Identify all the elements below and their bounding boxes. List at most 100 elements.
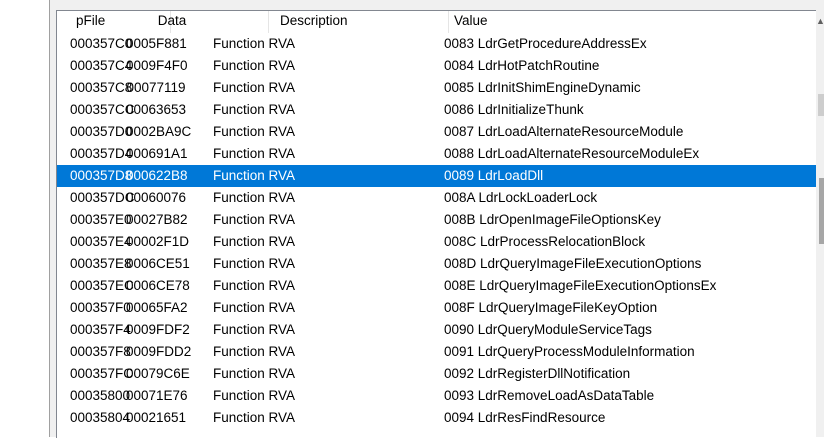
- pfile-cell: 000357D0: [70, 124, 133, 139]
- description-cell: Function RVA: [213, 36, 296, 51]
- description-cell: Function RVA: [213, 80, 296, 95]
- value-cell: 0091 LdrQueryProcessModuleInformation: [444, 344, 695, 359]
- value-cell: 008E LdrQueryImageFileExecutionOptionsEx: [444, 278, 717, 293]
- header-description[interactable]: Description: [280, 11, 348, 33]
- value-cell: 0085 LdrInitShimEngineDynamic: [444, 80, 641, 95]
- value-cell: 008C LdrProcessRelocationBlock: [444, 234, 646, 249]
- table-row[interactable]: 000357FC 00079C6E Function RVA 0092 LdrRegi…: [57, 363, 817, 385]
- description-cell: Function RVA: [213, 212, 296, 227]
- pfile-cell: 000357D8: [70, 168, 133, 183]
- value-cell: 0086 LdrInitializeThunk: [444, 102, 584, 117]
- data-cell: 00065FA2: [126, 300, 188, 315]
- data-cell: 0009FDD2: [126, 344, 192, 359]
- description-cell: Function RVA: [213, 190, 296, 205]
- pfile-cell: 000357E8: [70, 256, 132, 271]
- data-cell: 00063653: [126, 102, 187, 117]
- description-cell: Function RVA: [213, 58, 296, 73]
- header-pfile[interactable]: pFile: [76, 11, 105, 33]
- export-list-view[interactable]: pFile Data Description Value 000357C0 000…: [56, 10, 817, 438]
- data-cell: 00002F1D: [126, 234, 190, 249]
- value-cell: 008F LdrQueryImageFileKeyOption: [444, 300, 658, 315]
- pfile-cell: 00035800: [70, 388, 131, 403]
- pfile-cell: 000357C8: [70, 80, 133, 95]
- table-row-selected[interactable]: 000357D8 000622B8 Function RVA 0089 LdrLoad…: [57, 165, 817, 187]
- description-cell: Function RVA: [213, 124, 296, 139]
- pfile-cell: 00035804: [70, 410, 131, 425]
- data-cell: 0009F4F0: [126, 58, 188, 73]
- value-cell: 0084 LdrHotPatchRoutine: [444, 58, 600, 73]
- value-cell: 008A LdrLockLoaderLock: [444, 190, 598, 205]
- data-cell: 00079C6E: [126, 366, 190, 381]
- pfile-cell: 000357C0: [70, 36, 133, 51]
- data-cell: 00027B82: [126, 212, 188, 227]
- table-row[interactable]: 000357D0 0002BA9C Function RVA 0087 LdrLoad…: [57, 121, 817, 143]
- table-row[interactable]: 000357C4 0009F4F0 Function RVA 0084 LdrHotP…: [57, 55, 817, 77]
- data-cell: 000691A1: [126, 146, 188, 161]
- scrollbar-thumb[interactable]: [819, 178, 824, 244]
- pfile-cell: 000357F0: [70, 300, 131, 315]
- description-cell: Function RVA: [213, 344, 296, 359]
- table-row[interactable]: 000357D4 000691A1 Function RVA 0088 LdrLoad…: [57, 143, 817, 165]
- table-row[interactable]: 000357F0 00065FA2 Function RVA 008F LdrQuer…: [57, 297, 817, 319]
- value-cell: 0093 LdrRemoveLoadAsDataTable: [444, 388, 655, 403]
- value-cell: 0094 LdrResFindResource: [444, 410, 606, 425]
- pfile-cell: 000357EC: [70, 278, 134, 293]
- description-cell: Function RVA: [213, 366, 296, 381]
- description-cell: Function RVA: [213, 410, 296, 425]
- data-cell: 0002BA9C: [126, 124, 192, 139]
- pfile-cell: 000357F8: [70, 344, 131, 359]
- table-row[interactable]: 000357CC 00063653 Function RVA 0086 LdrInit…: [57, 99, 817, 121]
- value-cell: 0092 LdrRegisterDllNotification: [444, 366, 631, 381]
- pfile-cell: 000357C4: [70, 58, 133, 73]
- data-cell: 00060076: [126, 190, 187, 205]
- description-cell: Function RVA: [213, 234, 296, 249]
- data-cell: 00021651: [126, 410, 187, 425]
- chevron-up-icon[interactable]: ▲: [816, 14, 824, 28]
- table-row[interactable]: 000357F8 0009FDD2 Function RVA 0091 LdrQuer…: [57, 341, 817, 363]
- data-cell: 00077119: [126, 80, 186, 95]
- table-row[interactable]: 000357E0 00027B82 Function RVA 008B LdrOpen…: [57, 209, 817, 231]
- left-tree-pane[interactable]: [0, 0, 49, 437]
- description-cell: Function RVA: [213, 322, 296, 337]
- value-cell: 0083 LdrGetProcedureAddressEx: [444, 36, 647, 51]
- header-divider[interactable]: [268, 11, 269, 33]
- description-cell: Function RVA: [213, 388, 296, 403]
- table-row[interactable]: 000357C0 0005F881 Function RVA 0083 LdrGetP…: [57, 33, 817, 55]
- data-cell: 0005F881: [126, 36, 187, 51]
- description-cell: Function RVA: [213, 300, 296, 315]
- pfile-cell: 000357DC: [70, 190, 135, 205]
- description-cell: Function RVA: [213, 256, 296, 271]
- description-cell: Function RVA: [213, 278, 296, 293]
- header-value[interactable]: Value: [454, 11, 488, 33]
- header-data[interactable]: Data: [142, 11, 202, 33]
- value-cell: 008D LdrQueryImageFileExecutionOptions: [444, 256, 702, 271]
- pfile-cell: 000357E0: [70, 212, 132, 227]
- list-header: pFile Data Description Value: [57, 11, 817, 33]
- table-row[interactable]: 000357EC 0006CE78 Function RVA 008E LdrQuer…: [57, 275, 817, 297]
- scrollbar-track-marker[interactable]: [818, 94, 824, 116]
- value-cell: 0087 LdrLoadAlternateResourceModule: [444, 124, 684, 139]
- pfile-cell: 000357F4: [70, 322, 131, 337]
- value-cell: 0090 LdrQueryModuleServiceTags: [444, 322, 652, 337]
- table-row[interactable]: 000357C8 00077119 Function RVA 0085 LdrInit…: [57, 77, 817, 99]
- description-cell: Function RVA: [213, 168, 296, 183]
- data-cell: 000622B8: [126, 168, 188, 183]
- data-cell: 0009FDF2: [126, 322, 190, 337]
- data-cell: 00071E76: [126, 388, 188, 403]
- table-row[interactable]: 000357DC 00060076 Function RVA 008A LdrLock…: [57, 187, 817, 209]
- pfile-cell: 000357D4: [70, 146, 133, 161]
- table-row[interactable]: 000357F4 0009FDF2 Function RVA 0090 LdrQuer…: [57, 319, 817, 341]
- header-divider[interactable]: [448, 11, 449, 33]
- value-cell: 0088 LdrLoadAlternateResourceModuleEx: [444, 146, 700, 161]
- table-row[interactable]: 000357E8 0006CE51 Function RVA 008D LdrQuer…: [57, 253, 817, 275]
- table-row[interactable]: 00035804 00021651 Function RVA 0094 LdrResF…: [57, 407, 817, 429]
- pfile-cell: 000357CC: [70, 102, 135, 117]
- pfile-cell: 000357FC: [70, 366, 134, 381]
- pfile-cell: 000357E4: [70, 234, 132, 249]
- value-cell: 008B LdrOpenImageFileOptionsKey: [444, 212, 661, 227]
- table-row[interactable]: 000357E4 00002F1D Function RVA 008C LdrProc…: [57, 231, 817, 253]
- data-cell: 0006CE51: [126, 256, 190, 271]
- top-strip: [56, 0, 824, 10]
- description-cell: Function RVA: [213, 146, 296, 161]
- table-row[interactable]: 00035800 00071E76 Function RVA 0093 LdrRemo…: [57, 385, 817, 407]
